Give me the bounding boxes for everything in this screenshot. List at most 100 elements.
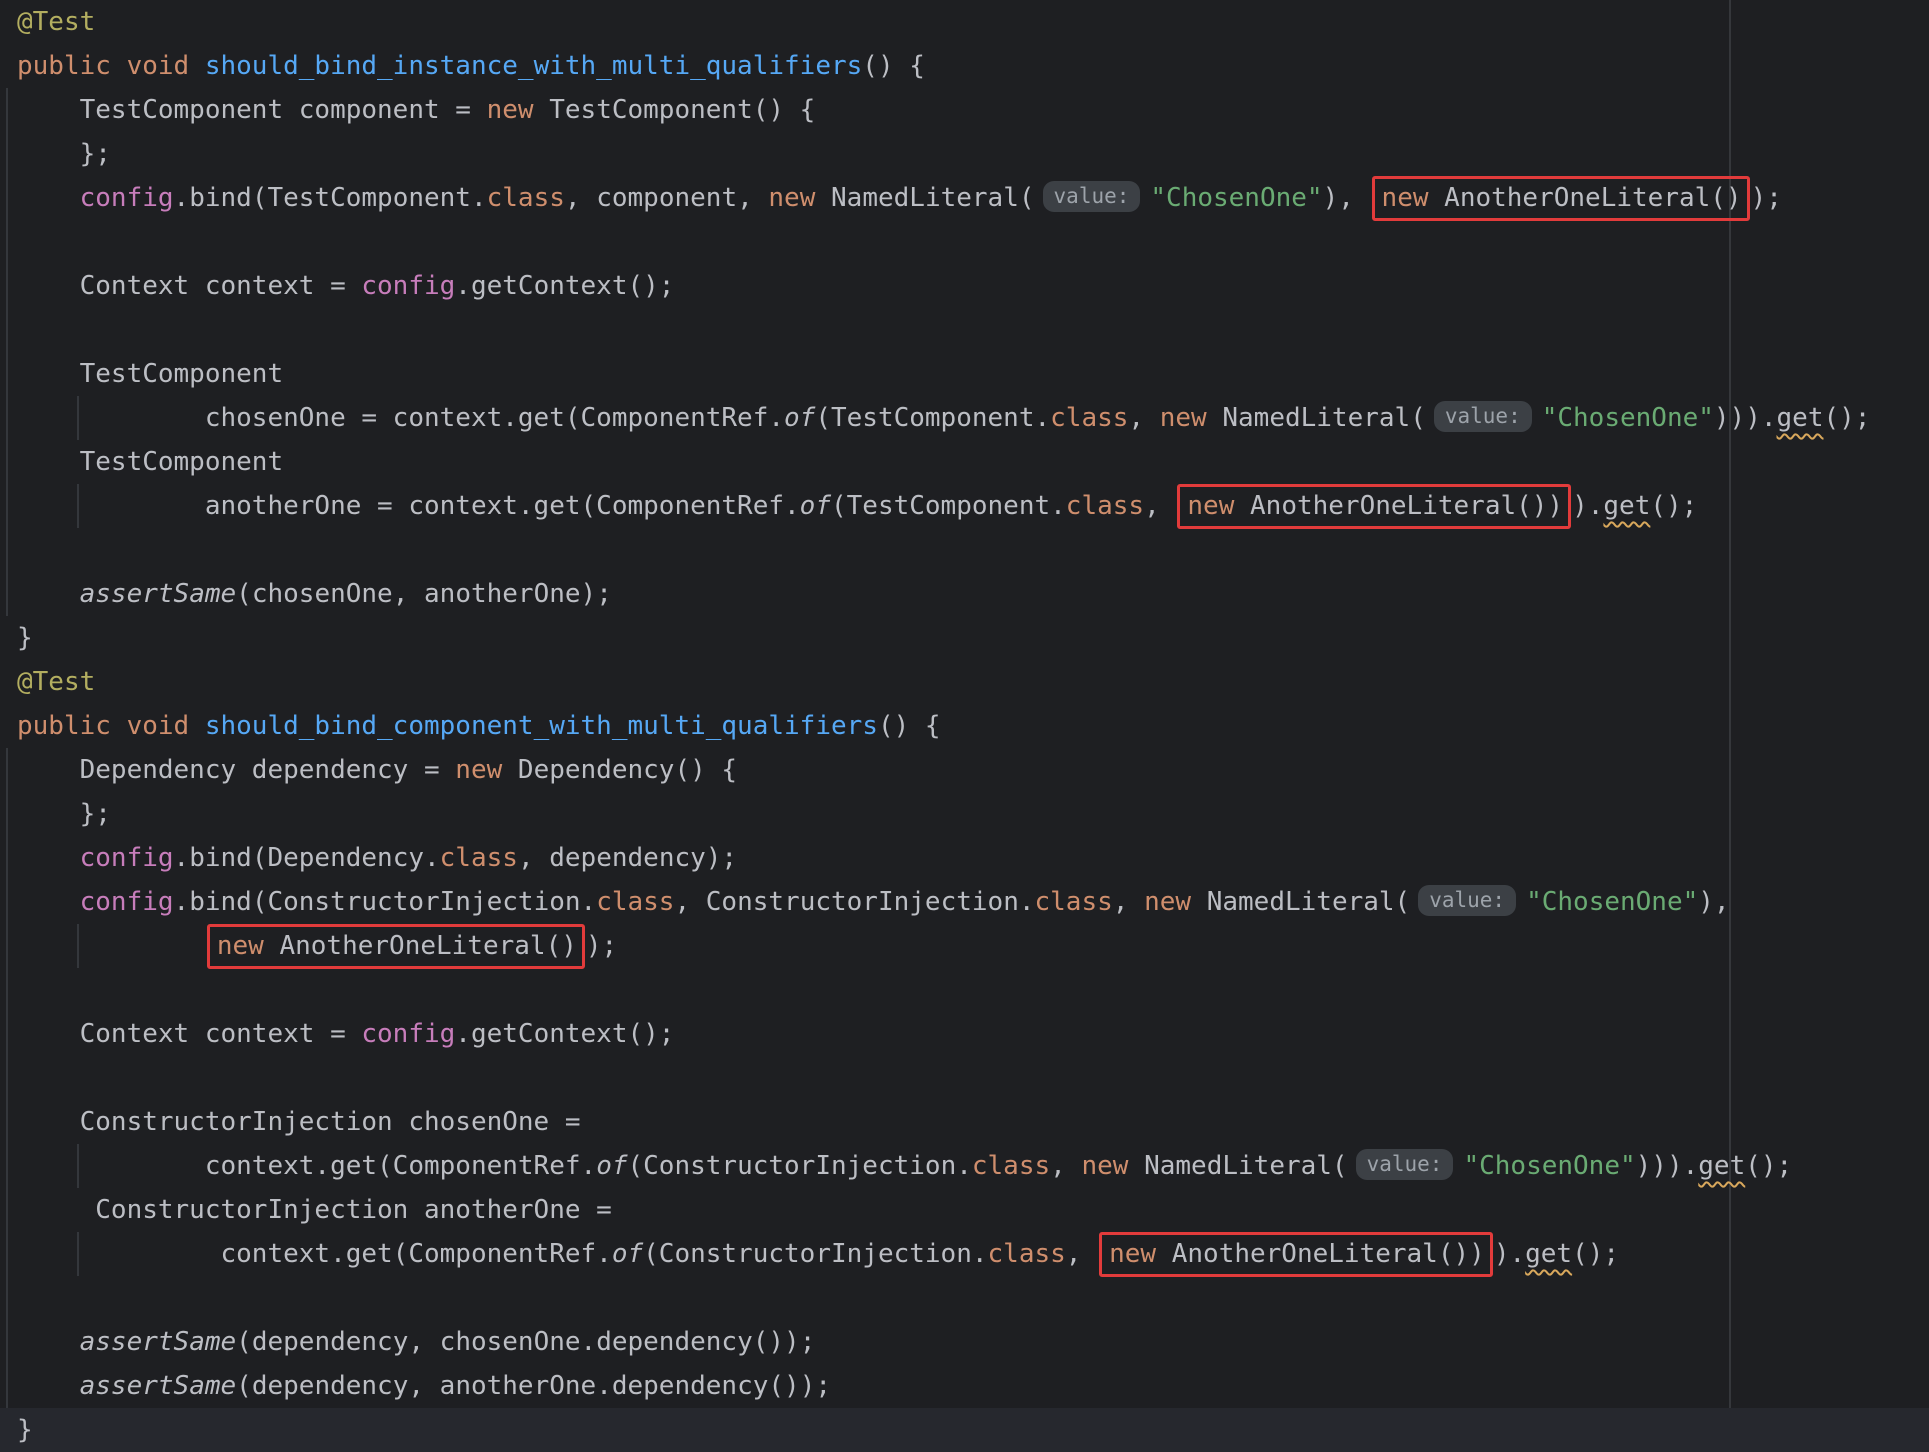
code-token-keyword: class (1066, 491, 1144, 521)
code-token-keyword: class (596, 887, 674, 917)
inlay-hint-value[interactable]: value: (1418, 885, 1516, 916)
code-token-plain: NamedLiteral( (815, 183, 1034, 213)
inlay-hint-value[interactable]: value: (1043, 181, 1141, 212)
code-line-2[interactable]: public void should_bind_instance_with_mu… (0, 44, 1929, 88)
code-token-plain: Context context = (17, 1019, 361, 1049)
code-line-24[interactable]: Context context = config.getContext(); (0, 1012, 1929, 1056)
code-line-9[interactable]: TestComponent (0, 352, 1929, 396)
code-token-plain: (); (1824, 403, 1871, 433)
code-token-plain: NamedLiteral( (1191, 887, 1410, 917)
code-token-plain (17, 1371, 80, 1401)
code-line-11[interactable]: TestComponent (0, 440, 1929, 484)
code-token-field: config (361, 271, 455, 301)
code-token-keyword: class (1050, 403, 1128, 433)
code-line-5[interactable]: config.bind(TestComponent.class, compone… (0, 176, 1929, 220)
code-token-keyword: new (1144, 887, 1191, 917)
code-token-plain: , ConstructorInjection. (674, 887, 1034, 917)
code-token-keyword: new (487, 95, 534, 125)
code-token-keyword: class (972, 1151, 1050, 1181)
code-token-plain: (); (1745, 1151, 1792, 1181)
inlay-hint-value[interactable]: value: (1434, 401, 1532, 432)
code-line-13[interactable] (0, 528, 1929, 572)
code-line-16[interactable]: @Test (0, 660, 1929, 704)
code-editor[interactable]: @Test public void should_bind_instance_wi… (0, 0, 1929, 1421)
code-line-28[interactable]: ConstructorInjection anotherOne = (0, 1188, 1929, 1232)
code-line-31[interactable]: assertSame(dependency, chosenOne.depende… (0, 1320, 1929, 1364)
code-token-method-decl: should_bind_instance_with_multi_qualifie… (205, 51, 862, 81)
code-token-annotation: @Test (17, 7, 95, 37)
code-token-keyword: public void (17, 711, 205, 741)
code-token-plain: TestComponent (17, 447, 283, 477)
code-token-plain: AnotherOneLiteral()) (1234, 491, 1563, 521)
code-token-keyword: new (1160, 403, 1207, 433)
code-line-20[interactable]: config.bind(Dependency.class, dependency… (0, 836, 1929, 880)
code-token-plain: context.get(ComponentRef. (17, 1151, 596, 1181)
code-token-plain: context.get(ComponentRef. (17, 1239, 612, 1269)
code-line-29[interactable]: context.get(ComponentRef.of(ConstructorI… (0, 1232, 1929, 1276)
code-line-22[interactable]: new AnotherOneLiteral()); (0, 924, 1929, 968)
code-token-static-call: of (800, 491, 831, 521)
code-token-string: "ChosenOne" (1526, 887, 1698, 917)
code-line-8[interactable] (0, 308, 1929, 352)
code-token-plain: (ConstructorInjection. (643, 1239, 987, 1269)
inlay-hint-value[interactable]: value: (1356, 1149, 1454, 1180)
code-line-21[interactable]: config.bind(ConstructorInjection.class, … (0, 880, 1929, 924)
code-line-3[interactable]: TestComponent component = new TestCompon… (0, 88, 1929, 132)
code-token-squiggle: get (1603, 491, 1650, 521)
code-line-12[interactable]: anotherOne = context.get(ComponentRef.of… (0, 484, 1929, 528)
code-line-27[interactable]: context.get(ComponentRef.of(ConstructorI… (0, 1144, 1929, 1188)
code-token-plain: anotherOne = context.get(ComponentRef. (17, 491, 800, 521)
code-token-string: "ChosenOne" (1542, 403, 1714, 433)
code-token-plain: ))). (1714, 403, 1777, 433)
code-line-7[interactable]: Context context = config.getContext(); (0, 264, 1929, 308)
code-token-static-call: assertSame (80, 1327, 237, 1357)
code-line-33[interactable]: } (0, 1408, 1929, 1452)
code-line-1[interactable]: @Test (0, 0, 1929, 44)
code-token-plain: , component, (565, 183, 769, 213)
code-token-squiggle: get (1777, 403, 1824, 433)
code-line-17[interactable]: public void should_bind_component_with_m… (0, 704, 1929, 748)
code-line-15[interactable]: } (0, 616, 1929, 660)
code-token-plain: } (17, 1415, 33, 1445)
code-token-field: config (80, 843, 174, 873)
code-line-4[interactable]: }; (0, 132, 1929, 176)
code-token-keyword: new (1187, 491, 1234, 521)
code-token-static-call: of (612, 1239, 643, 1269)
code-token-plain: , (1128, 403, 1159, 433)
code-token-plain: (chosenOne, anotherOne); (236, 579, 612, 609)
code-line-18[interactable]: Dependency dependency = new Dependency()… (0, 748, 1929, 792)
code-line-32[interactable]: assertSame(dependency, anotherOne.depend… (0, 1364, 1929, 1408)
code-token-plain: , (1144, 491, 1175, 521)
code-line-19[interactable]: }; (0, 792, 1929, 836)
code-token-static-call: of (784, 403, 815, 433)
code-token-keyword: class (440, 843, 518, 873)
code-token-plain: ), (1323, 183, 1370, 213)
code-token-plain: .getContext(); (455, 1019, 674, 1049)
code-token-static-call: assertSame (80, 579, 237, 609)
code-token-plain (17, 183, 80, 213)
code-line-30[interactable] (0, 1276, 1929, 1320)
code-token-keyword: class (988, 1239, 1066, 1269)
code-token-plain: (dependency, chosenOne.dependency()); (236, 1327, 815, 1357)
code-line-26[interactable]: ConstructorInjection chosenOne = (0, 1100, 1929, 1144)
code-token-static-call: assertSame (80, 1371, 237, 1401)
code-line-6[interactable] (0, 220, 1929, 264)
code-line-23[interactable] (0, 968, 1929, 1012)
code-token-plain: }; (17, 139, 111, 169)
code-token-plain: Dependency() { (502, 755, 737, 785)
code-token-plain: chosenOne = context.get(ComponentRef. (17, 403, 784, 433)
error-annotation-box: new AnotherOneLiteral() (207, 924, 585, 969)
code-token-keyword: new (455, 755, 502, 785)
code-token-plain (17, 887, 80, 917)
code-line-14[interactable]: assertSame(chosenOne, anotherOne); (0, 572, 1929, 616)
code-token-static-call: of (596, 1151, 627, 1181)
code-token-plain: ConstructorInjection anotherOne = (17, 1195, 612, 1225)
code-token-plain: NamedLiteral( (1207, 403, 1426, 433)
code-token-plain: .bind(Dependency. (174, 843, 440, 873)
code-token-plain (17, 1327, 80, 1357)
code-token-plain: TestComponent() { (534, 95, 816, 125)
code-line-10[interactable]: chosenOne = context.get(ComponentRef.of (… (0, 396, 1929, 440)
code-token-string: "ChosenOne" (1463, 1151, 1635, 1181)
code-line-25[interactable] (0, 1056, 1929, 1100)
code-token-plain: ))). (1636, 1151, 1699, 1181)
